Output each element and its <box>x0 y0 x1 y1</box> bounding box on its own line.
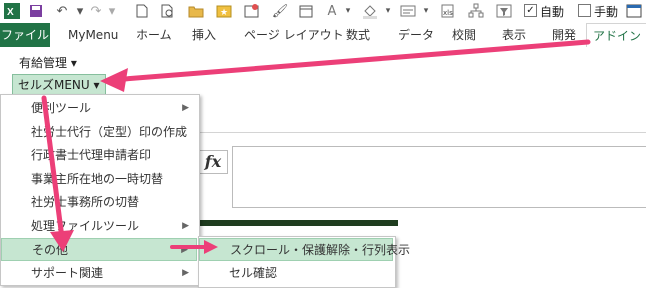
insert-function-icon[interactable]: fx <box>198 150 228 174</box>
menu-item-label: その他 <box>32 243 69 257</box>
window-icon[interactable] <box>624 2 644 20</box>
menu-item-label: 行政書士代理申請者印 <box>31 148 152 162</box>
submenu-arrow-icon: ▶ <box>182 103 189 113</box>
svg-text:xls: xls <box>443 9 453 17</box>
paid-leave-menu-button[interactable]: 有給管理 ▾ <box>14 53 82 73</box>
tab-insert[interactable]: 挿入 <box>186 23 222 47</box>
menu-item-label: 処理ファイルツール <box>31 218 140 233</box>
font-color-dropdown-icon[interactable]: ▾ <box>338 2 358 20</box>
cells-menu-button[interactable]: セルズMENU ▾ <box>12 74 106 96</box>
image-icon[interactable] <box>242 2 262 20</box>
quick-access-toolbar: X ↶ ▾ ↷ ▾ ★ 🖌 A ▾ ▾ ▾ xls ✓ 自動 手動 <box>0 0 646 23</box>
submenu-item-0[interactable]: スクロール・保護解除・行列表示 <box>199 238 410 261</box>
auto-calc-label: 自動 <box>540 5 565 19</box>
ribbon-tab-bar: ファイル MyMenu ホーム 挿入 ページ レイアウト 数式 データ 校閲 表… <box>0 23 646 49</box>
auto-calc-checkbox[interactable]: ✓ <box>524 4 537 17</box>
menu-item-label: 事業主所在地の一時切替 <box>31 171 164 186</box>
fill-dropdown-icon[interactable]: ▾ <box>378 2 398 20</box>
calendar-icon[interactable] <box>296 2 316 20</box>
menu-item-label: 社労士事務所の切替 <box>31 195 140 209</box>
open-folder-icon[interactable] <box>186 2 206 20</box>
menu-item-6[interactable]: その他 ▶ <box>1 238 197 261</box>
other-submenu: スクロール・保護解除・行列表示 セル確認 <box>198 236 410 288</box>
manual-calc-checkbox[interactable] <box>578 4 591 17</box>
form-dropdown-icon[interactable]: ▾ <box>416 2 436 20</box>
submenu-arrow-icon: ▶ <box>182 220 189 231</box>
star-icon[interactable]: ★ <box>214 2 234 20</box>
tab-data[interactable]: データ <box>392 23 440 47</box>
menu-item-7[interactable]: サポート関連 ▶ <box>1 262 197 285</box>
tab-review[interactable]: 校閲 <box>446 23 482 47</box>
tab-addins[interactable]: アドイン <box>586 23 646 49</box>
submenu-arrow-icon: ▶ <box>182 267 189 278</box>
menu-item-3[interactable]: 事業主所在地の一時切替 <box>1 168 197 191</box>
menu-item-2[interactable]: 行政書士代理申請者印 <box>1 144 197 167</box>
tab-formulas[interactable]: 数式 <box>340 23 376 47</box>
redo-dropdown-icon[interactable]: ▾ <box>102 2 122 20</box>
menu-item-label: 社労士代行（定型）印の作成 <box>31 124 188 139</box>
tab-view[interactable]: 表示 <box>496 23 532 47</box>
xml-icon[interactable]: xls <box>438 2 458 20</box>
new-document-icon[interactable] <box>132 2 152 20</box>
menu-item-0[interactable]: 便利ツール ▶ <box>1 97 197 120</box>
cells-dropdown-menu: 便利ツール ▶ 社労士代行（定型）印の作成 行政書士代理申請者印 事業主所在地の一時切替… <box>0 94 200 286</box>
submenu-arrow-icon: ▶ <box>181 245 188 255</box>
undo-icon[interactable]: ↶ <box>52 2 72 20</box>
menu-item-label: サポート関連 <box>31 265 104 280</box>
menu-item-5[interactable]: 処理ファイルツール ▶ <box>1 215 197 238</box>
print-preview-icon[interactable] <box>158 2 178 20</box>
menu-item-4[interactable]: 社労士事務所の切替 <box>1 191 197 214</box>
tab-page-layout[interactable]: ページ レイアウト <box>238 23 350 47</box>
fill-color-icon[interactable] <box>360 2 380 20</box>
svg-text:★: ★ <box>220 8 228 18</box>
manual-calc-label: 手動 <box>594 5 619 19</box>
format-painter-icon[interactable]: 🖌 <box>270 2 290 20</box>
submenu-item-1[interactable]: セル確認 <box>199 262 393 285</box>
tab-home[interactable]: ホーム <box>130 23 178 47</box>
tab-mymenu[interactable]: MyMenu <box>62 23 124 47</box>
tab-developer[interactable]: 開発 <box>546 23 582 47</box>
filter-icon[interactable] <box>494 2 514 20</box>
menu-item-label: 便利ツール <box>31 101 92 115</box>
form-icon[interactable] <box>398 2 418 20</box>
formula-bar-input[interactable] <box>232 146 646 208</box>
worksheet-header-strip <box>198 220 398 226</box>
save-icon[interactable] <box>26 2 46 20</box>
menu-item-1[interactable]: 社労士代行（定型）印の作成 <box>1 121 197 144</box>
svg-text:X: X <box>7 7 14 18</box>
excel-icon: X <box>2 2 22 20</box>
tab-file[interactable]: ファイル <box>0 23 50 47</box>
hierarchy-icon[interactable] <box>466 2 486 20</box>
